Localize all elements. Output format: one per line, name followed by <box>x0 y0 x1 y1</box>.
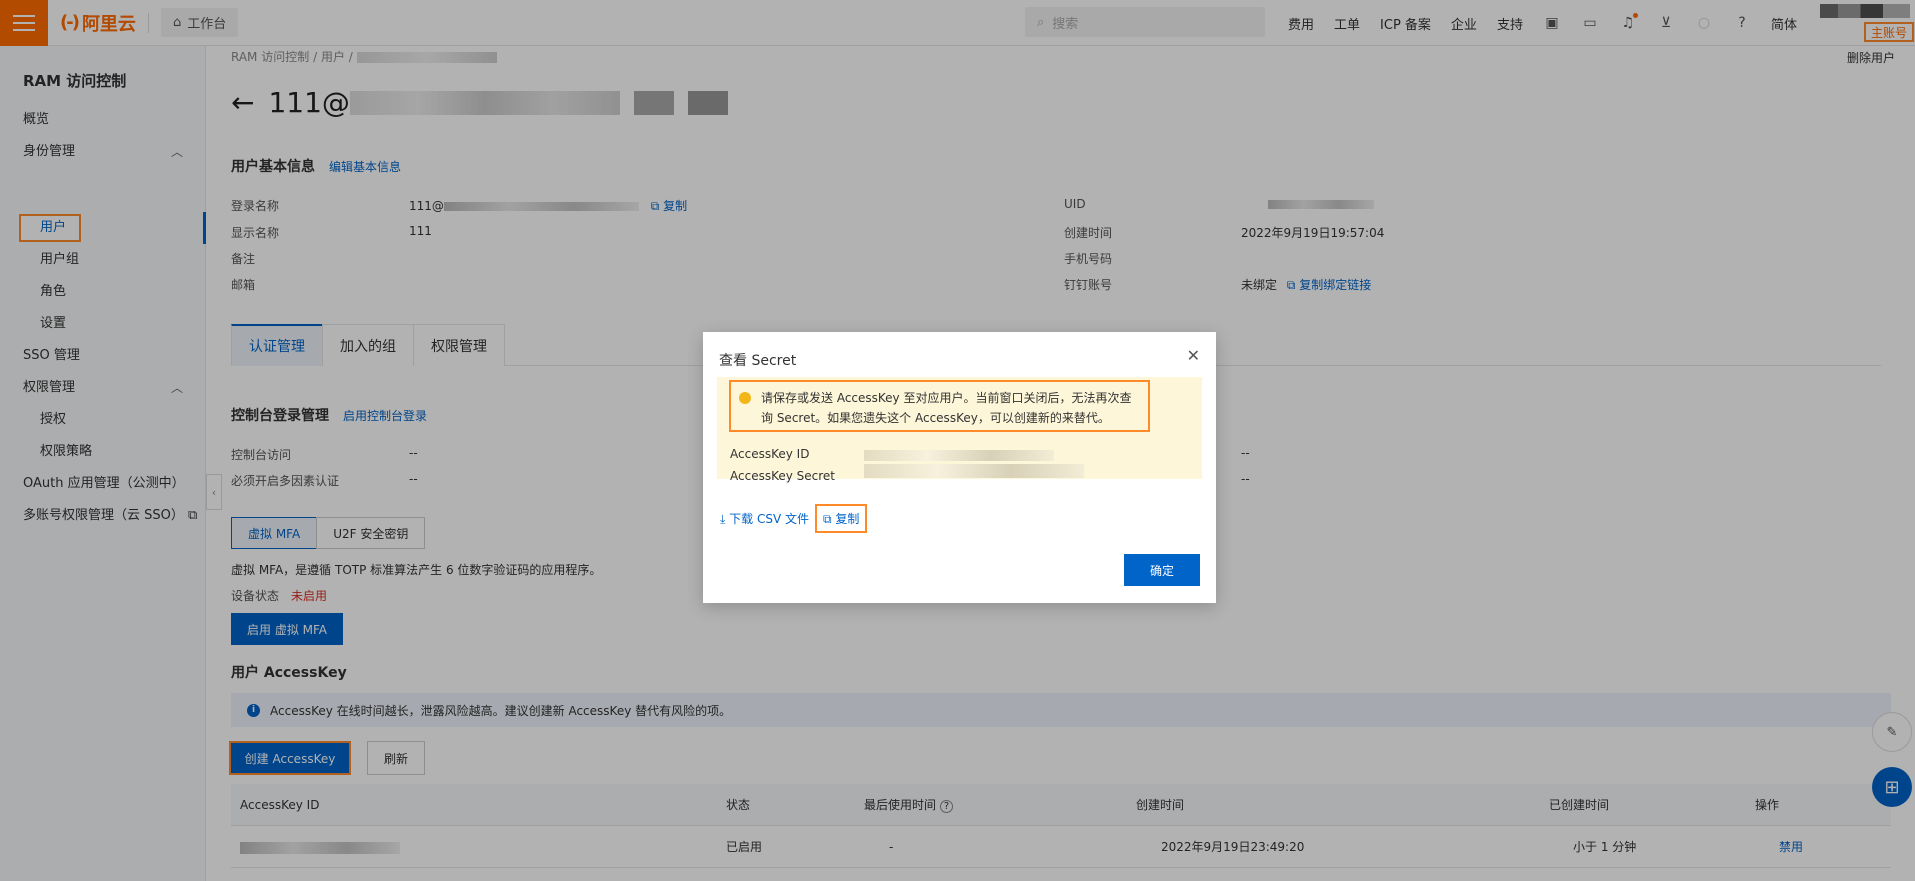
view-secret-dialog: 查看 Secret ✕ 请保存或发送 AccessKey 至对应用户。当前窗口关… <box>703 332 1216 603</box>
warning-icon <box>739 392 751 404</box>
dialog-actions: ⤓ 下载 CSV 文件 ⧉ 复制 <box>720 504 868 533</box>
copy-label: 复制 <box>835 512 860 526</box>
copy-icon: ⧉ <box>822 512 832 526</box>
download-icon: ⤓ <box>720 512 726 526</box>
download-csv-link[interactable]: ⤓ 下载 CSV 文件 <box>720 510 809 527</box>
accesskey-secret-value <box>864 464 1084 478</box>
warning-message: 请保存或发送 AccessKey 至对应用户。当前窗口关闭后，无法再次查询 Se… <box>729 380 1150 432</box>
accesskey-secret-label: AccessKey Secret <box>730 469 836 483</box>
close-icon[interactable]: ✕ <box>1187 346 1200 365</box>
confirm-button[interactable]: 确定 <box>1124 554 1200 586</box>
secret-panel: 请保存或发送 AccessKey 至对应用户。当前窗口关闭后，无法再次查询 Se… <box>717 377 1202 483</box>
accesskey-id-label: AccessKey ID <box>730 447 810 461</box>
copy-secret-link[interactable]: ⧉ 复制 <box>814 504 868 533</box>
download-label: 下载 CSV 文件 <box>729 512 809 526</box>
accesskey-id-value <box>864 450 1054 461</box>
warning-text: 请保存或发送 AccessKey 至对应用户。当前窗口关闭后，无法再次查询 Se… <box>761 391 1132 425</box>
dialog-title: 查看 Secret <box>719 353 797 369</box>
